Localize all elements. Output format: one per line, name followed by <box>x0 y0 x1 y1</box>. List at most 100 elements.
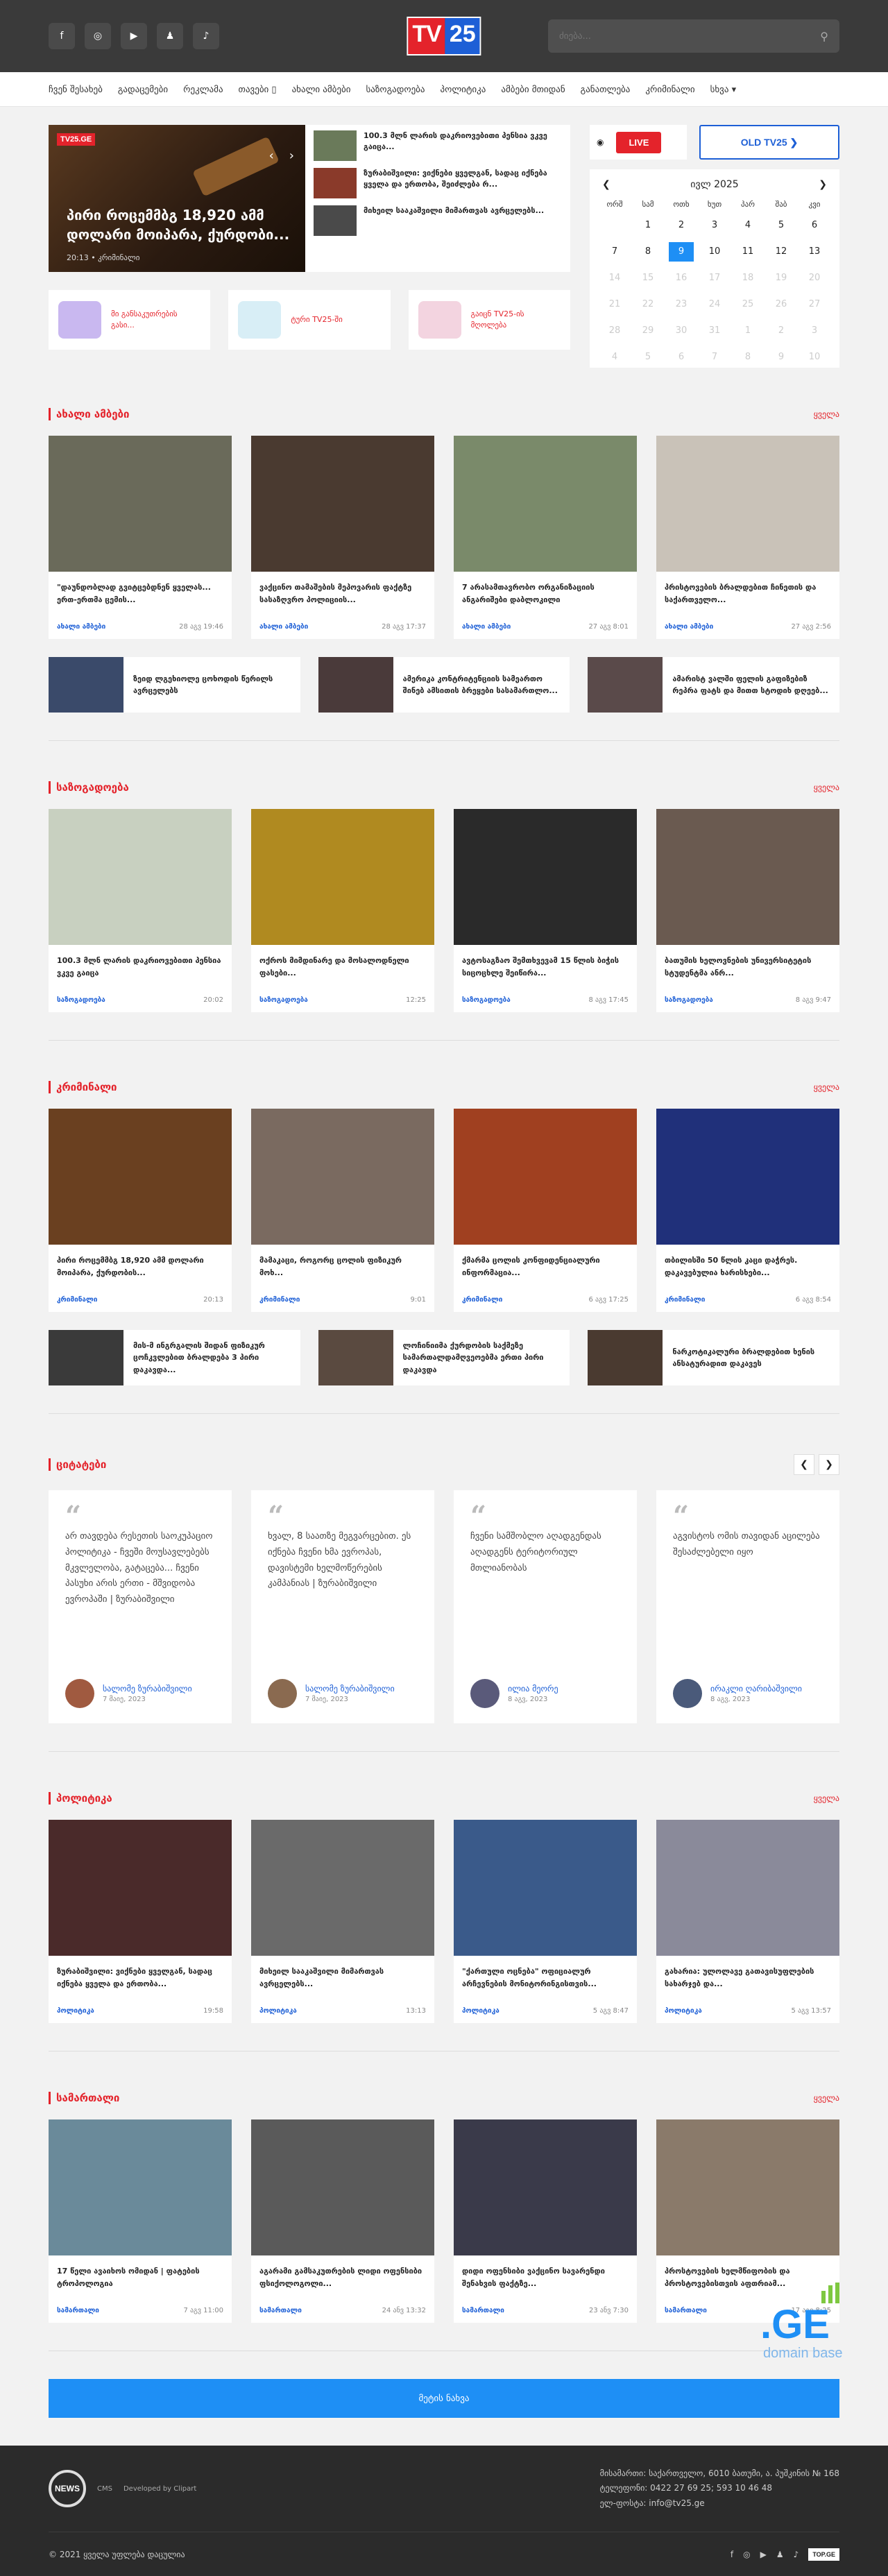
calendar-day[interactable]: 6 <box>798 216 831 235</box>
calendar-day[interactable]: 26 <box>765 295 798 314</box>
news-card[interactable]: თბილისში 50 წლის კაცი დაჭრეს. დაკავებული… <box>656 1109 839 1312</box>
calendar-day[interactable]: 23 <box>665 295 698 314</box>
calendar-day[interactable]: 8 <box>731 348 765 367</box>
section-more-link[interactable]: ყველა <box>814 783 839 792</box>
nav-item[interactable]: ჩვენ შესახებ <box>49 85 103 95</box>
calendar-day[interactable]: 31 <box>698 321 731 341</box>
news-card[interactable]: მამაკაცი, როგორც ცოლის ფიზიკურ მოხ... კრი… <box>251 1109 434 1312</box>
quotes-next-icon[interactable]: ❯ <box>819 1454 839 1475</box>
tiktok-alt-icon[interactable]: ♟ <box>157 23 183 49</box>
calendar-day[interactable]: 27 <box>798 295 831 314</box>
nav-item[interactable]: კრიმინალი <box>645 85 694 95</box>
calendar-day[interactable]: 29 <box>631 321 665 341</box>
calendar-day[interactable]: 2 <box>765 321 798 341</box>
calendar-day[interactable]: 16 <box>665 268 698 288</box>
calendar-day[interactable]: 5 <box>765 216 798 235</box>
tiktok-alt-icon[interactable]: ♟ <box>776 2550 784 2559</box>
calendar-day[interactable]: 6 <box>665 348 698 367</box>
news-card[interactable]: 100.3 მლნ ლარის დაკრიოვებითი პენსია ვკვე… <box>49 809 232 1012</box>
news-card[interactable]: ქმარმა ცოლის კონფიდენციალური ინფორმაცია.… <box>454 1109 637 1312</box>
news-category[interactable]: სამართალი <box>665 2307 707 2314</box>
hero-side-item[interactable]: მიხეილ სააკაშვილი მიმართვას ავრცელებს... <box>314 205 562 236</box>
calendar-day[interactable]: 2 <box>665 216 698 235</box>
news-category[interactable]: კრიმინალი <box>259 1296 300 1304</box>
news-category[interactable]: პოლიტიკა <box>665 2007 702 2015</box>
news-category[interactable]: საზოგადოება <box>462 996 511 1004</box>
calendar-day[interactable]: 4 <box>731 216 765 235</box>
top-ge-counter[interactable]: TOP.GE <box>808 2548 839 2561</box>
quote-card[interactable]: “ხვალ, 8 საათზე მეგვარცებით. ეს იქნება ჩ… <box>251 1490 434 1723</box>
news-card[interactable]: გახარია: ულოლავე გათავისუფლების სახარჯებ… <box>656 1820 839 2023</box>
nav-item[interactable]: თავები ▯ <box>239 85 277 95</box>
instagram-icon[interactable]: ◎ <box>743 2550 750 2559</box>
calendar-day[interactable]: 9 <box>669 242 694 262</box>
nav-item[interactable]: ამბები მთიდან <box>501 85 565 95</box>
calendar-day[interactable] <box>598 216 631 235</box>
news-card[interactable]: დიდი ოფენსიბი ვაქცინო სავარენდი შენახვის… <box>454 2119 637 2323</box>
news-card[interactable]: "დაუნდობლად გვიტცებდნენ ყველას... ერთ-ერ… <box>49 436 232 639</box>
live-button[interactable]: LIVE <box>616 131 662 153</box>
news-category[interactable]: სამართალი <box>259 2307 302 2314</box>
quote-author[interactable]: სალომე ზურაბიშვილი <box>305 1684 395 1694</box>
instagram-icon[interactable]: ◎ <box>85 23 111 49</box>
news-card[interactable]: 7 არასამთავრობო ორგანიზაციის ანგარიშები … <box>454 436 637 639</box>
facebook-icon[interactable]: f <box>49 23 75 49</box>
nav-item[interactable]: რეკლამა <box>183 85 223 95</box>
tiktok-icon[interactable]: ♪ <box>193 23 219 49</box>
news-card[interactable]: პირი როცემმბგ 18,920 ამმ დოლარი მოიპარა,… <box>49 1109 232 1312</box>
calendar-day[interactable]: 25 <box>731 295 765 314</box>
calendar-day[interactable]: 7 <box>698 348 731 367</box>
hero-slider[interactable]: TV25.GE ‹ › პირი როცემმბგ 18,920 ამმ დოლა… <box>49 125 305 272</box>
footer-logo[interactable]: NEWS <box>49 2470 86 2507</box>
quote-card[interactable]: “არ თავდება რესეთის საოკუპაციო პოლიტიკა … <box>49 1490 232 1723</box>
hero-side-item[interactable]: ზურაბიშვილი: ვიქნები ყველგან, სადაც იქნე… <box>314 168 562 198</box>
mini-news-item[interactable]: ამერიკა კონტრიტენციის სამეართო შინებ ამს… <box>318 657 570 713</box>
news-category[interactable]: ახალი ამბები <box>57 623 105 631</box>
nav-item[interactable]: განათლება <box>581 85 631 95</box>
news-category[interactable]: სამართალი <box>57 2307 99 2314</box>
nav-item[interactable]: გადაცემები <box>118 85 168 95</box>
calendar-day[interactable]: 3 <box>798 321 831 341</box>
news-card[interactable]: აგარამი გამსაკუთრების ლიდი ოფენსიბი ფსიქ… <box>251 2119 434 2323</box>
news-category[interactable]: პოლიტიკა <box>259 2007 297 2015</box>
youtube-icon[interactable]: ▶ <box>760 2550 767 2559</box>
calendar-day[interactable]: 1 <box>731 321 765 341</box>
news-category[interactable]: პოლიტიკა <box>57 2007 94 2015</box>
mini-news-item[interactable]: ნარკოტიკალური ბრალდებით ხენის ანსატურადი… <box>588 1330 840 1385</box>
calendar-day[interactable]: 7 <box>598 242 631 262</box>
calendar-day[interactable]: 24 <box>698 295 731 314</box>
section-more-link[interactable]: ყველა <box>814 409 839 419</box>
chevron-right-icon[interactable]: › <box>289 148 294 163</box>
news-card[interactable]: "ქართული ოცნება" ოფიციალურ არჩევნების მო… <box>454 1820 637 2023</box>
calendar-next-icon[interactable]: ❯ <box>819 179 827 190</box>
promo-card[interactable]: გაიცნ TV25-ის მღოლება <box>408 290 570 350</box>
calendar-day[interactable]: 8 <box>631 242 665 262</box>
mini-news-item[interactable]: მის-მ ინგრგალის შიდან ფიზიკურ ცოჩკვლებით… <box>49 1330 300 1385</box>
nav-item[interactable]: ახალი ამბები <box>292 85 351 95</box>
calendar-day[interactable]: 5 <box>631 348 665 367</box>
quote-card[interactable]: “ჩვენი სამშობლო აღადგენდას აღადგენს ტერი… <box>454 1490 637 1723</box>
news-card[interactable]: ოქროს მიმდინარე და მოსალოდნელი ფასები...… <box>251 809 434 1012</box>
news-category[interactable]: საზოგადოება <box>259 996 308 1004</box>
news-card[interactable]: ვაქცინო თამაშების მეპოვარის ფაქტზე სასაზ… <box>251 436 434 639</box>
chevron-left-icon[interactable]: ‹ <box>269 148 274 163</box>
calendar-day[interactable]: 18 <box>731 268 765 288</box>
news-category[interactable]: საზოგადოება <box>665 996 713 1004</box>
news-category[interactable]: სამართალი <box>462 2307 504 2314</box>
news-card[interactable]: 17 წელი ავაიხოს ომიდან | ფატების ტროპოლო… <box>49 2119 232 2323</box>
calendar-day[interactable]: 3 <box>698 216 731 235</box>
news-card[interactable]: პრისტოვების ბრალდებით ჩინეთის და საქართვ… <box>656 436 839 639</box>
calendar-day[interactable]: 9 <box>765 348 798 367</box>
calendar-day[interactable]: 28 <box>598 321 631 341</box>
old-tv25-button[interactable]: OLD TV25 ❯ <box>699 125 839 160</box>
calendar-day[interactable]: 17 <box>698 268 731 288</box>
quote-card[interactable]: “აგვისტოს ომის თავიდან აცილება შესაძლებე… <box>656 1490 839 1723</box>
news-category[interactable]: პოლიტიკა <box>462 2007 500 2015</box>
hero-side-item[interactable]: 100.3 მლნ ლარის დაკრიოვებითი პენსია ვკვე… <box>314 130 562 161</box>
mini-news-item[interactable]: ზეიდ ლგეხიოლე ცოხოდის წერილს ავრცელებს <box>49 657 300 713</box>
calendar-day[interactable]: 12 <box>765 242 798 262</box>
nav-item[interactable]: საზოგადოება <box>366 85 425 95</box>
news-category[interactable]: ახალი ამბები <box>462 623 511 631</box>
tiktok-icon[interactable]: ♪ <box>794 2550 799 2559</box>
calendar-day[interactable]: 13 <box>798 242 831 262</box>
